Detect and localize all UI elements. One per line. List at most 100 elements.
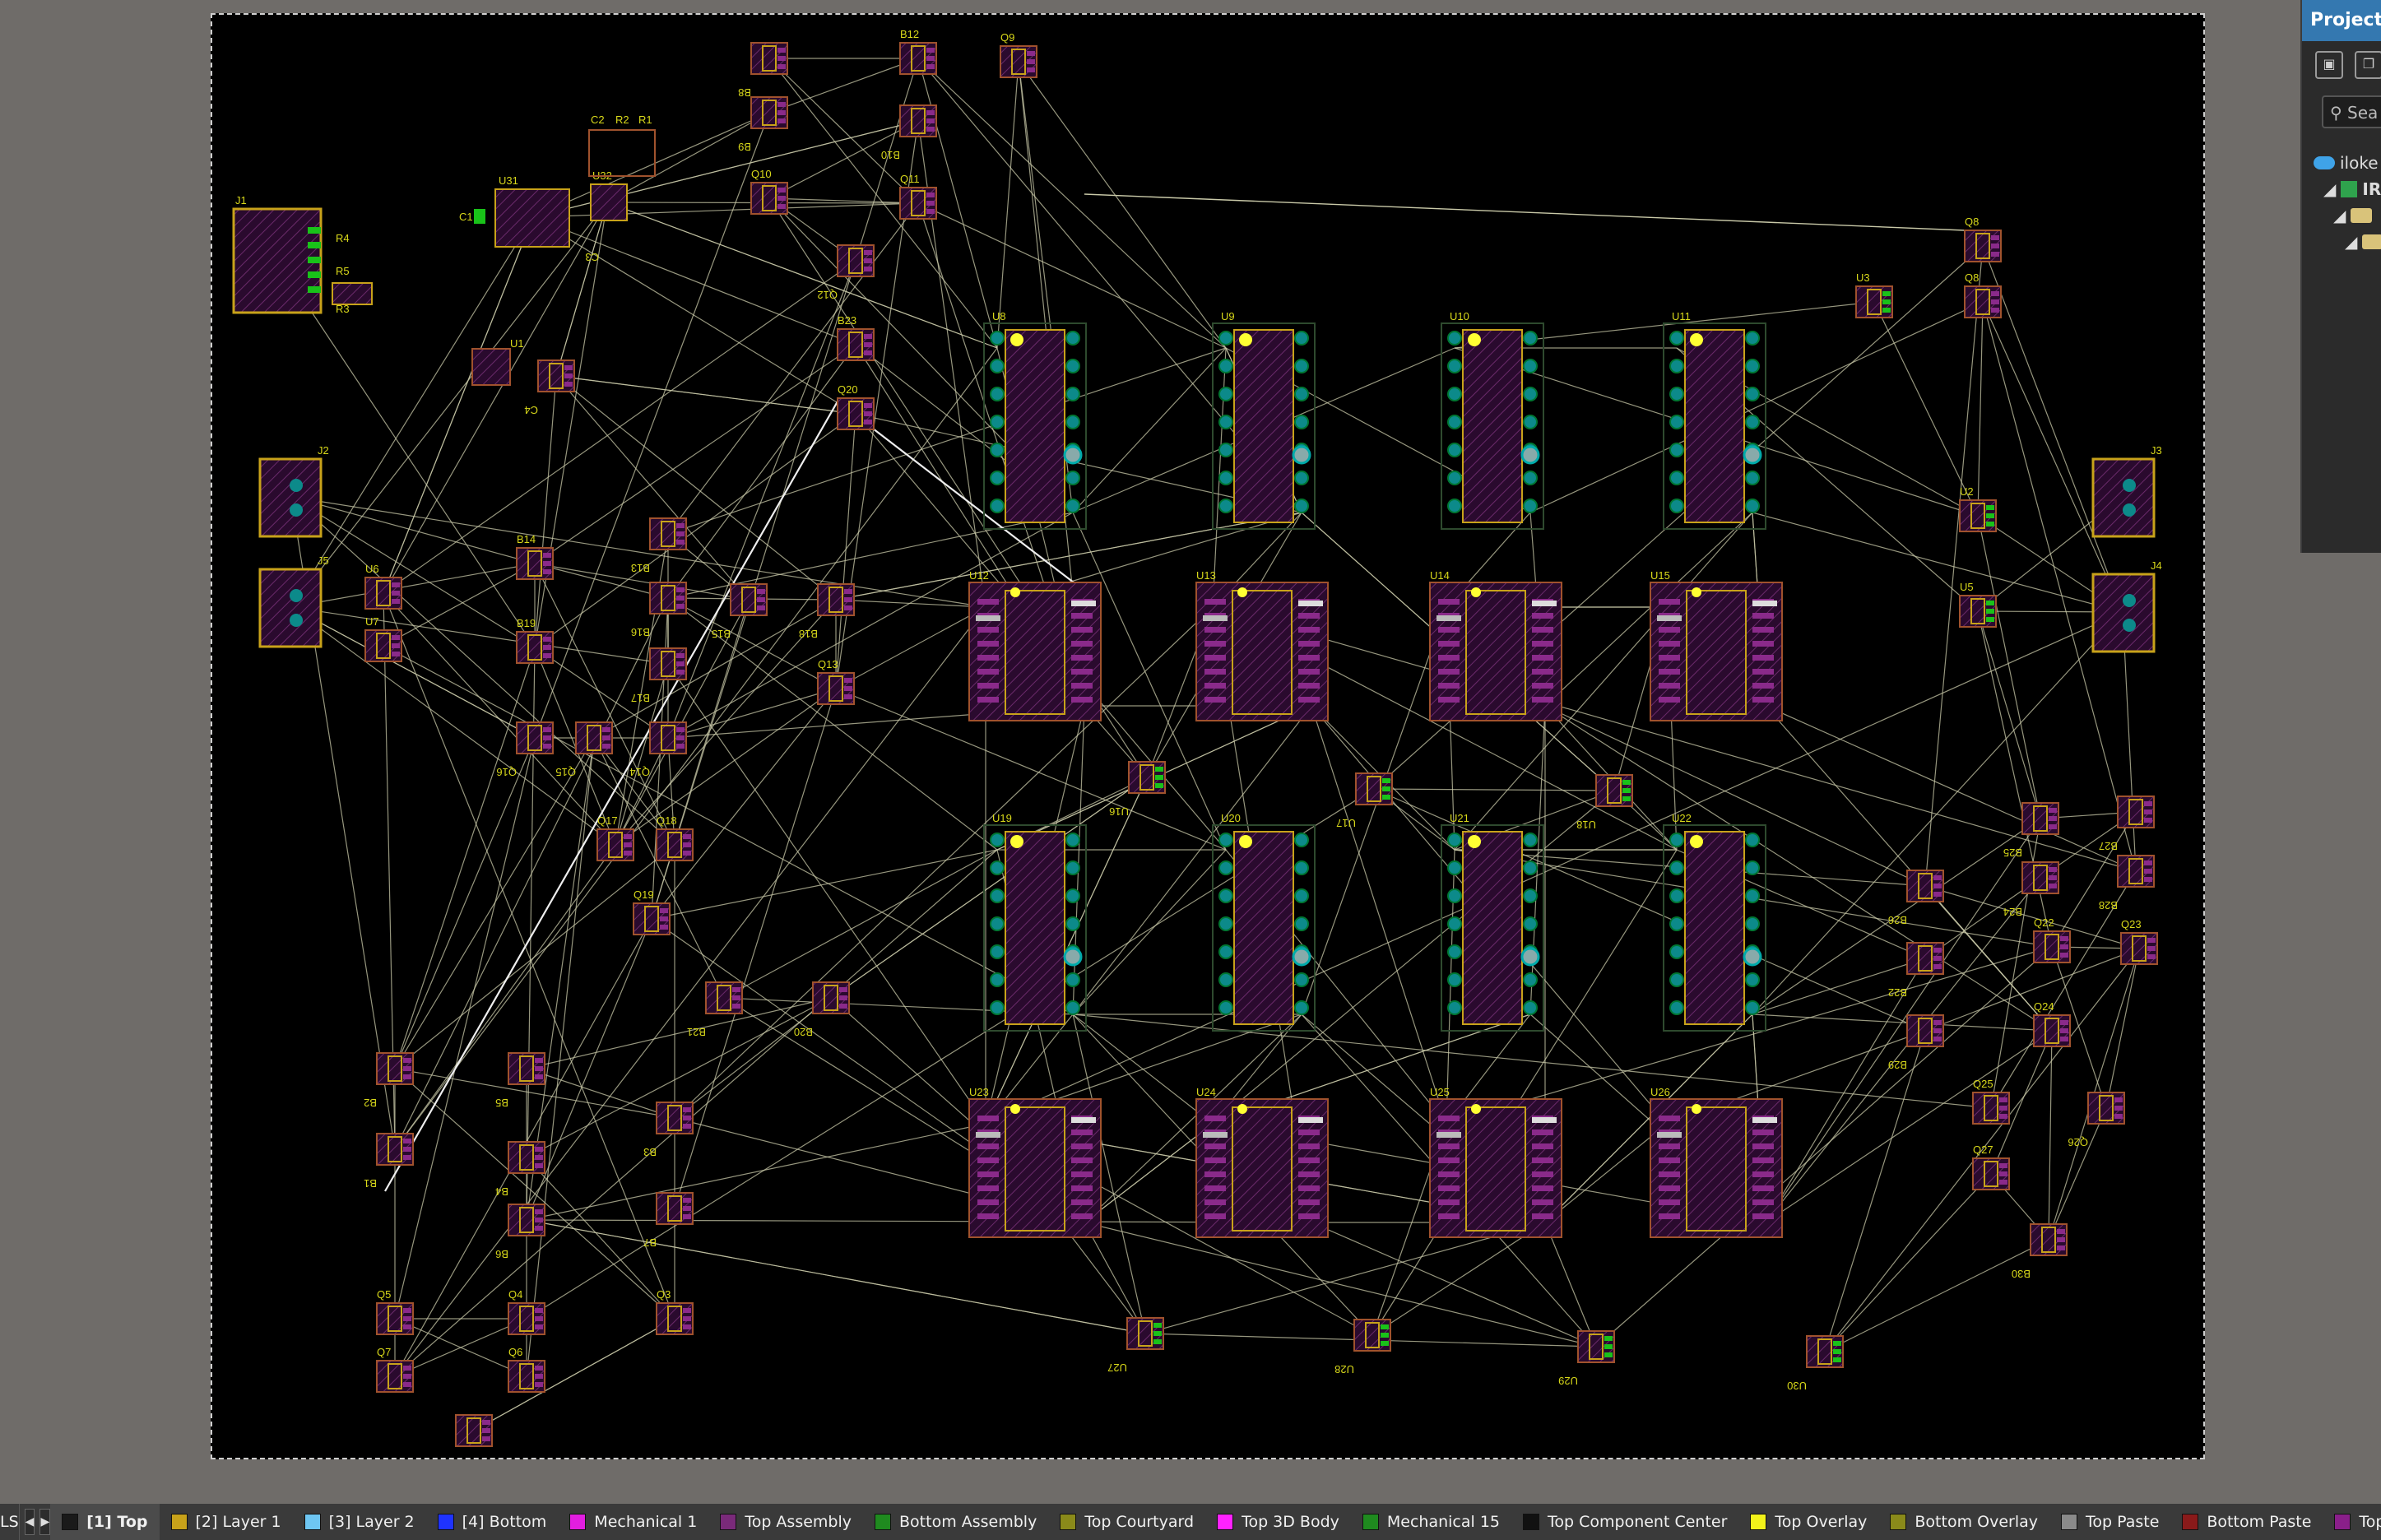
selected-pad bbox=[1436, 1132, 1461, 1138]
footprint-pad bbox=[777, 56, 786, 61]
ic-pin bbox=[990, 888, 1005, 903]
soic-pad bbox=[1204, 1157, 1226, 1163]
pcb-project-icon bbox=[2341, 181, 2358, 197]
scroll-right-icon[interactable]: ▶ bbox=[39, 1509, 51, 1535]
ratsnest-line bbox=[290, 563, 536, 608]
layer-color-swatch bbox=[875, 1514, 892, 1530]
layer-tab[interactable]: Bottom Paste bbox=[2170, 1504, 2323, 1540]
connector-j2: J2 bbox=[258, 444, 329, 538]
tree-item-folder[interactable]: ◢ bbox=[2314, 202, 2381, 229]
designator-label: Q22 bbox=[2034, 916, 2054, 929]
layer-tab[interactable]: Top Solder bbox=[2323, 1504, 2381, 1540]
footprint-pad bbox=[1027, 67, 1035, 72]
soic-pad bbox=[1204, 683, 1226, 689]
ratsnest-line bbox=[1372, 1222, 1546, 1336]
layer-tab[interactable]: Mechanical 15 bbox=[1351, 1504, 1511, 1540]
soic-pad bbox=[1071, 1129, 1093, 1135]
layer-label: [1] Top bbox=[86, 1513, 148, 1531]
designator-label: J2 bbox=[318, 444, 329, 457]
soic-pad bbox=[977, 1143, 999, 1149]
ic-body bbox=[1005, 329, 1065, 523]
layer-tab[interactable]: [3] Layer 2 bbox=[293, 1504, 426, 1540]
soic-pad bbox=[1071, 1171, 1093, 1177]
ic-u32 bbox=[590, 183, 628, 221]
layer-tab[interactable]: Top Courtyard bbox=[1048, 1504, 1205, 1540]
ic-pin-highlight bbox=[1063, 445, 1083, 465]
footprint-pad bbox=[2147, 946, 2156, 951]
expand-icon[interactable]: ◢ bbox=[2333, 202, 2346, 229]
layer-tab[interactable]: [1] Top bbox=[50, 1504, 160, 1540]
pcb-canvas[interactable]: U8 U9 U10 U11 U19 U20 U21 U22 U12 U13 U14 U15 U23 U24… bbox=[212, 15, 2203, 1458]
soic-pad bbox=[1438, 627, 1460, 633]
layer-tab[interactable]: Top Component Center bbox=[1511, 1504, 1738, 1540]
footprint-pad bbox=[757, 605, 765, 610]
layer-tab[interactable]: Top 3D Body bbox=[1205, 1504, 1351, 1540]
documents-icon[interactable]: ❐ bbox=[2355, 51, 2381, 79]
soic-pad bbox=[977, 641, 999, 647]
ic-pin bbox=[1523, 1000, 1538, 1015]
ic-pin bbox=[1523, 860, 1538, 875]
footprint-pad bbox=[1933, 956, 1942, 961]
search-input[interactable]: ⚲ Sea bbox=[2322, 95, 2381, 128]
pin1-marker bbox=[1010, 587, 1020, 597]
designator-label: B13 bbox=[631, 562, 650, 574]
layer-tab[interactable]: Top Paste bbox=[2049, 1504, 2170, 1540]
soic-pad bbox=[1438, 1157, 1460, 1163]
soic-pad bbox=[1752, 655, 1774, 661]
pin1-marker bbox=[1239, 835, 1252, 848]
layer-tab[interactable]: [4] Bottom bbox=[426, 1504, 559, 1540]
soic-pad bbox=[1438, 1171, 1460, 1177]
designator-label: B5 bbox=[495, 1097, 508, 1109]
selected-pad bbox=[1071, 1117, 1096, 1123]
ratsnest-line bbox=[606, 112, 770, 203]
soic-pad bbox=[1298, 655, 1320, 661]
layer-tab[interactable]: Bottom Overlay bbox=[1878, 1504, 2049, 1540]
footprint-pad bbox=[2049, 875, 2057, 880]
footprint-pad bbox=[602, 727, 610, 732]
pcb-board[interactable]: U8 U9 U10 U11 U19 U20 U21 U22 U12 U13 U14 U15 U23 U24… bbox=[211, 13, 2205, 1459]
tree-item-project[interactable]: ◢ IR bbox=[2314, 176, 2381, 202]
tree-item-workspace[interactable]: iloke bbox=[2314, 150, 2381, 176]
footprint-pad bbox=[403, 1139, 411, 1143]
footprint-pad bbox=[403, 1374, 411, 1379]
soic-pad bbox=[1752, 1129, 1774, 1135]
footprint-pad bbox=[683, 1324, 691, 1329]
layer-tab[interactable]: Top Overlay bbox=[1738, 1504, 1878, 1540]
layer-label: [3] Layer 2 bbox=[328, 1513, 415, 1531]
tree-item-subfolder[interactable]: ◢ bbox=[2314, 229, 2381, 255]
soic-pad bbox=[1532, 627, 1553, 633]
ic-pin bbox=[1669, 471, 1684, 485]
designator-label: C4 bbox=[524, 404, 538, 416]
footprint-pad bbox=[2114, 1106, 2123, 1111]
expand-icon[interactable]: ◢ bbox=[2323, 176, 2336, 202]
footprint-pad bbox=[1882, 299, 1891, 304]
designator-label: B12 bbox=[900, 28, 919, 40]
soic-pad bbox=[1532, 1143, 1553, 1149]
layer-tab[interactable]: Bottom Assembly bbox=[863, 1504, 1048, 1540]
designator-label: B25 bbox=[2003, 847, 2022, 859]
designator-label: B23 bbox=[838, 314, 856, 327]
ic-u14: U14 bbox=[1429, 569, 1562, 721]
ratsnest-line bbox=[1084, 1222, 1146, 1334]
layer-color-swatch bbox=[2061, 1514, 2077, 1530]
designator-label: Q8 bbox=[1965, 216, 1979, 228]
ls-button[interactable]: LS bbox=[0, 1504, 20, 1540]
designator-label: B19 bbox=[517, 617, 536, 629]
footprint: B14 bbox=[516, 533, 554, 580]
footprint-pad bbox=[482, 1436, 490, 1441]
footprint-pad bbox=[624, 842, 632, 847]
save-icon[interactable]: ▣ bbox=[2315, 51, 2343, 79]
ic-pin bbox=[1065, 833, 1080, 847]
designator-label: U1 bbox=[510, 337, 524, 350]
layer-tab[interactable]: Mechanical 1 bbox=[558, 1504, 708, 1540]
scroll-left-icon[interactable]: ◀ bbox=[24, 1509, 35, 1535]
footprint-pad bbox=[1153, 1331, 1162, 1336]
soic-pad bbox=[1752, 1185, 1774, 1191]
layer-tab[interactable]: Top Assembly bbox=[708, 1504, 863, 1540]
layer-tab[interactable]: [2] Layer 1 bbox=[160, 1504, 293, 1540]
soic-pad bbox=[1298, 1213, 1320, 1219]
expand-icon[interactable]: ◢ bbox=[2345, 229, 2357, 255]
footprint-pad bbox=[676, 744, 685, 749]
footprint-pad bbox=[392, 652, 400, 656]
footprint-pad bbox=[535, 1209, 543, 1214]
